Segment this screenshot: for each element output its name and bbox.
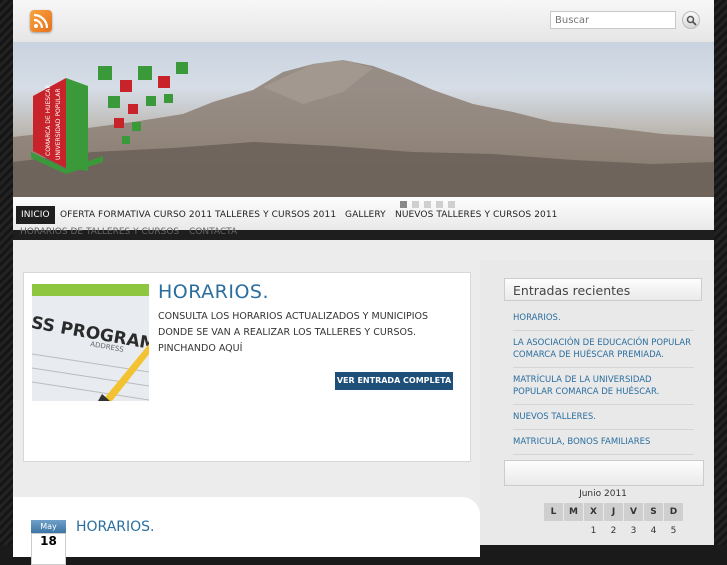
recent-post-link[interactable]: LA ASOCIACIÓN DE EDUCACIÓN POPULAR COMAR… <box>513 335 694 368</box>
slider-dot-1[interactable] <box>400 201 407 208</box>
sub-nav: HORARIOS DE TALLERES Y CURSOS CONTACTA <box>13 227 714 240</box>
weekday-header: X <box>584 503 603 521</box>
left-rail <box>0 0 13 545</box>
rss-icon[interactable] <box>30 10 52 32</box>
calendar-day: 4 <box>650 526 657 536</box>
nav-item-inicio[interactable]: INICIO <box>16 206 55 224</box>
top-bar <box>13 0 714 42</box>
calendar-day: 3 <box>630 526 637 536</box>
recent-post-link[interactable]: HORARIOS. <box>513 310 694 331</box>
search-icon <box>686 15 697 26</box>
read-more-button[interactable]: VER ENTRADA COMPLETA <box>335 372 453 390</box>
post-date-month: May <box>31 520 66 533</box>
weekday-header: D <box>664 503 683 521</box>
slide-thumbnail[interactable]: ASS PROGRAM ADDRESS <box>32 284 149 401</box>
weekday-header: M <box>564 503 583 521</box>
main-nav: INICIO OFERTA FORMATIVA CURSO 2011 TALLE… <box>13 197 714 231</box>
search-input[interactable] <box>550 11 676 29</box>
featured-slider: ASS PROGRAM ADDRESS HORARIOS. CONSULTA L… <box>23 272 471 462</box>
weekday-header: S <box>644 503 663 521</box>
recent-posts-title: Entradas recientes <box>504 278 702 301</box>
subnav-item-horarios[interactable]: HORARIOS DE TALLERES Y CURSOS <box>20 227 179 237</box>
slider-dot-5[interactable] <box>448 201 455 208</box>
post-date-day: 18 <box>31 533 66 565</box>
svg-text:COMARCA DE HUESCAR: COMARCA DE HUESCAR <box>45 84 52 156</box>
subnav-item-contacta[interactable]: CONTACTA <box>189 227 237 237</box>
post-date: May 18 <box>31 520 66 565</box>
header-banner: COMARCA DE HUESCAR UNIVERSIDAD POPULAR <box>13 42 714 197</box>
svg-text:UNIVERSIDAD POPULAR: UNIVERSIDAD POPULAR <box>55 88 62 160</box>
nav-item-talleres-cursos[interactable]: TALLERES Y CURSOS 2011 <box>215 206 336 224</box>
recent-post-link[interactable]: NUEVOS TALLERES. <box>513 409 694 430</box>
recent-post-link[interactable]: MATRÍCULA DE LA UNIVERSIDAD POPULAR COMA… <box>513 372 694 405</box>
nav-item-oferta-formativa[interactable]: OFERTA FORMATIVA CURSO 2011 <box>60 206 212 224</box>
calendar-caption: Junio 2011 <box>579 489 627 499</box>
slider-pagination <box>400 193 460 212</box>
search-button[interactable] <box>682 11 700 29</box>
slide-text[interactable]: CONSULTA LOS HORARIOS ACTUALIZADOS Y MUN… <box>158 309 458 357</box>
recent-posts-list: HORARIOS. LA ASOCIACIÓN DE EDUCACIÓN POP… <box>513 310 694 459</box>
calendar: L M X J V S D 1 2 3 4 5 <box>543 502 684 541</box>
class-program-image: ASS PROGRAM ADDRESS <box>32 284 149 401</box>
page: COMARCA DE HUESCAR UNIVERSIDAD POPULAR I… <box>13 0 714 565</box>
slide-title[interactable]: HORARIOS. <box>158 281 269 303</box>
logo[interactable]: COMARCA DE HUESCAR UNIVERSIDAD POPULAR <box>28 56 208 176</box>
post-title[interactable]: HORARIOS. <box>76 519 155 535</box>
weekday-header: J <box>604 503 623 521</box>
calendar-widget-header <box>504 460 704 486</box>
nav-item-gallery[interactable]: GALLERY <box>345 206 386 224</box>
weekday-header: L <box>544 503 563 521</box>
calendar-day: 1 <box>590 526 597 536</box>
slider-dot-3[interactable] <box>424 201 431 208</box>
slider-dot-2[interactable] <box>412 201 419 208</box>
right-rail <box>714 0 727 545</box>
calendar-day: 2 <box>610 526 617 536</box>
slider-dot-4[interactable] <box>436 201 443 208</box>
calendar-day: 5 <box>670 526 677 536</box>
weekday-header: V <box>624 503 643 521</box>
recent-post-link[interactable]: MATRICULA, BONOS FAMILIARES <box>513 434 694 455</box>
